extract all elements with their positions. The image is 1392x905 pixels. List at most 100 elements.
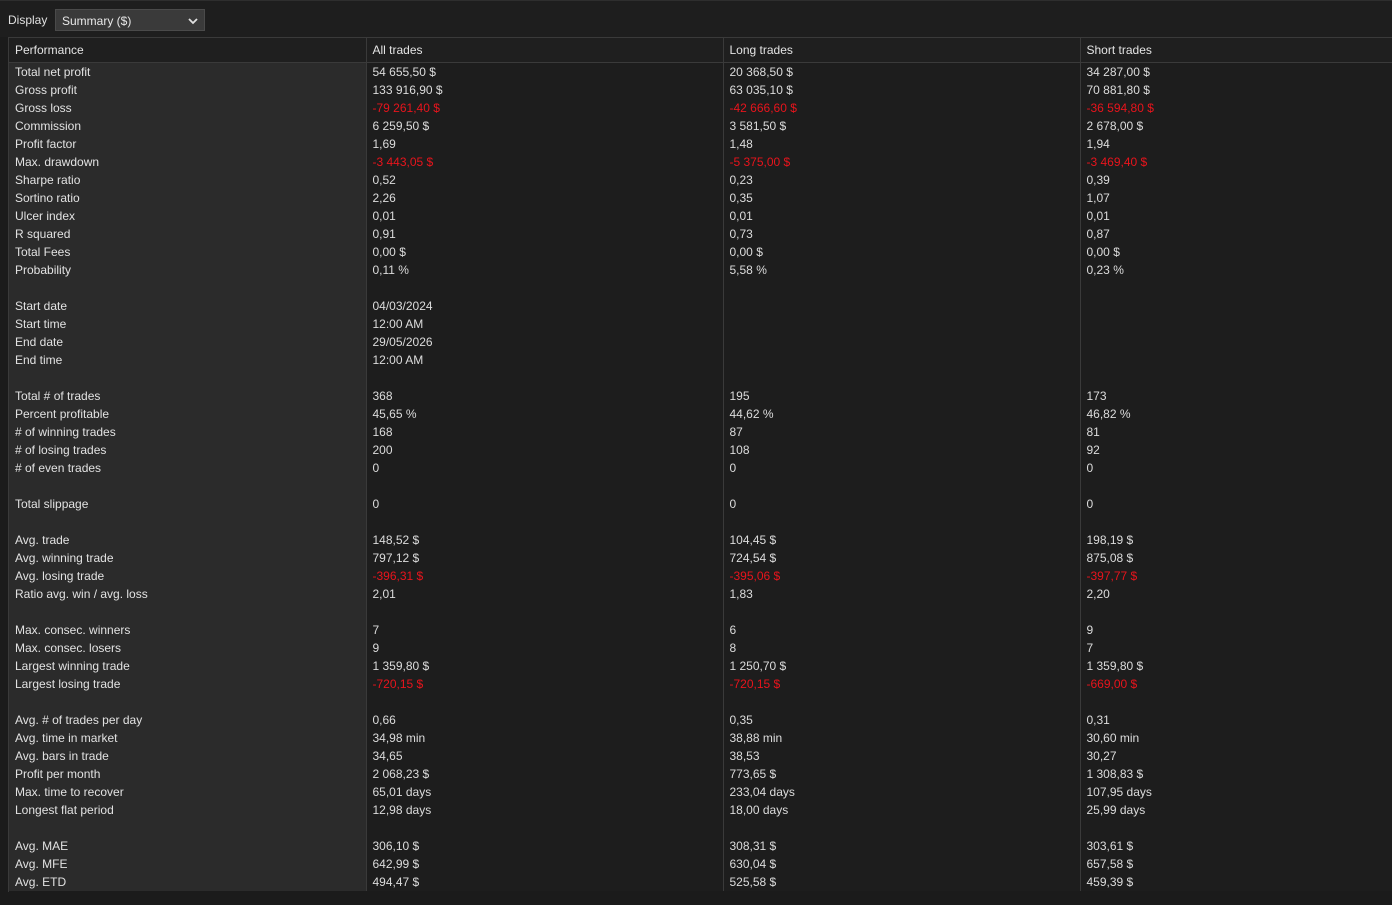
table-row: Longest flat period 12,98 days 18,00 days 2… [9, 801, 1392, 819]
row-label: Max. drawdown [9, 153, 367, 171]
table-row: Avg. bars in trade 34,65 38,53 30,27 [9, 747, 1392, 765]
value-long-trades: 0 [723, 459, 1081, 477]
value-short-trades [1080, 297, 1392, 315]
row-label: R squared [9, 225, 367, 243]
value-all-trades: 29/05/2026 [366, 333, 724, 351]
value-all-trades: 9 [366, 639, 724, 657]
column-header-all-trades[interactable]: All trades [366, 38, 724, 63]
spacer-cell [1080, 819, 1392, 837]
row-label: Max. consec. winners [9, 621, 367, 639]
table-row: Avg. trade 148,52 $104,45 $198,19 $ [9, 531, 1392, 549]
row-label: Gross loss [9, 99, 367, 117]
value-all-trades: -720,15 $ [366, 675, 724, 693]
value-long-trades [723, 333, 1081, 351]
footer-gap [0, 892, 1392, 905]
value-all-trades: 1 359,80 $ [366, 657, 724, 675]
row-label: Avg. MAE [9, 837, 367, 855]
spacer-cell [366, 477, 724, 495]
column-header-short-trades[interactable]: Short trades [1080, 38, 1392, 63]
spacer-cell [366, 279, 724, 297]
value-short-trades: 0,39 [1080, 171, 1392, 189]
spacer-cell [1080, 513, 1392, 531]
spacer-cell [9, 819, 367, 837]
table-row: Sortino ratio 2,26 0,35 1,07 [9, 189, 1392, 207]
row-label: # of even trades [9, 459, 367, 477]
value-long-trades: 0,23 [723, 171, 1081, 189]
spacer-row [9, 819, 1392, 837]
value-all-trades: 0,11 % [366, 261, 724, 279]
row-label: Max. consec. losers [9, 639, 367, 657]
value-all-trades: 7 [366, 621, 724, 639]
value-long-trades: 0,73 [723, 225, 1081, 243]
value-all-trades: -3 443,05 $ [366, 153, 724, 171]
value-long-trades: -42 666,60 $ [723, 99, 1081, 117]
spacer-row [9, 513, 1392, 531]
row-label: # of winning trades [9, 423, 367, 441]
table-row: Gross loss -79 261,40 $ -42 666,60 $ -36 59… [9, 99, 1392, 117]
value-all-trades: 306,10 $ [366, 837, 724, 855]
value-long-trades: 0 [723, 495, 1081, 513]
value-short-trades: 34 287,00 $ [1080, 62, 1392, 81]
value-short-trades: 1,94 [1080, 135, 1392, 153]
value-long-trades: 0,01 [723, 207, 1081, 225]
spacer-cell [723, 513, 1081, 531]
table-row: Ulcer index 0,01 0,01 0,01 [9, 207, 1392, 225]
value-all-trades: 12,98 days [366, 801, 724, 819]
value-short-trades: 1 308,83 $ [1080, 765, 1392, 783]
row-label: Avg. # of trades per day [9, 711, 367, 729]
value-all-trades: 642,99 $ [366, 855, 724, 873]
table-row: Avg. MAE 306,10 $308,31 $303,61 $ [9, 837, 1392, 855]
value-short-trades: 0 [1080, 495, 1392, 513]
row-label: Probability [9, 261, 367, 279]
row-label: Ratio avg. win / avg. loss [9, 585, 367, 603]
spacer-cell [366, 369, 724, 387]
value-all-trades: 0,52 [366, 171, 724, 189]
value-short-trades [1080, 315, 1392, 333]
value-long-trades: 5,58 % [723, 261, 1081, 279]
value-all-trades: 797,12 $ [366, 549, 724, 567]
value-short-trades: 25,99 days [1080, 801, 1392, 819]
value-all-trades: 0,91 [366, 225, 724, 243]
spacer-cell [723, 477, 1081, 495]
value-all-trades: -79 261,40 $ [366, 99, 724, 117]
value-short-trades: 9 [1080, 621, 1392, 639]
spacer-row [9, 369, 1392, 387]
value-short-trades: 0,01 [1080, 207, 1392, 225]
value-long-trades: 233,04 days [723, 783, 1081, 801]
table-row: Sharpe ratio 0,52 0,23 0,39 [9, 171, 1392, 189]
value-all-trades: 0 [366, 459, 724, 477]
value-long-trades: 0,35 [723, 711, 1081, 729]
value-all-trades: 1,69 [366, 135, 724, 153]
value-short-trades: -36 594,80 $ [1080, 99, 1392, 117]
table-row: Max. consec. losers 9 8 7 [9, 639, 1392, 657]
display-dropdown[interactable]: Summary ($) [55, 9, 205, 31]
value-long-trades [723, 315, 1081, 333]
column-header-long-trades[interactable]: Long trades [723, 38, 1081, 63]
spacer-cell [9, 369, 367, 387]
row-label: Largest losing trade [9, 675, 367, 693]
value-all-trades: 0 [366, 495, 724, 513]
row-label: Total # of trades [9, 387, 367, 405]
table-header-row: Performance All trades Long trades Short… [9, 38, 1392, 63]
spacer-cell [366, 693, 724, 711]
spacer-cell [9, 513, 367, 531]
table-row: Largest losing trade -720,15 $ -720,15 $ -6… [9, 675, 1392, 693]
table-row: Max. drawdown -3 443,05 $ -5 375,00 $ -3 46… [9, 153, 1392, 171]
value-all-trades: 34,98 min [366, 729, 724, 747]
value-long-trades: -395,06 $ [723, 567, 1081, 585]
value-short-trades: 875,08 $ [1080, 549, 1392, 567]
value-all-trades: 54 655,50 $ [366, 62, 724, 81]
value-long-trades: 63 035,10 $ [723, 81, 1081, 99]
value-long-trades: 0,35 [723, 189, 1081, 207]
column-header-performance[interactable]: Performance [9, 38, 367, 63]
spacer-cell [9, 477, 367, 495]
row-label: Percent profitable [9, 405, 367, 423]
value-short-trades: 303,61 $ [1080, 837, 1392, 855]
value-all-trades: -396,31 $ [366, 567, 724, 585]
row-label: Total Fees [9, 243, 367, 261]
row-label: Avg. losing trade [9, 567, 367, 585]
table-row: End date 29/05/2026 [9, 333, 1392, 351]
value-short-trades: -397,77 $ [1080, 567, 1392, 585]
value-long-trades: 525,58 $ [723, 873, 1081, 891]
value-all-trades: 168 [366, 423, 724, 441]
